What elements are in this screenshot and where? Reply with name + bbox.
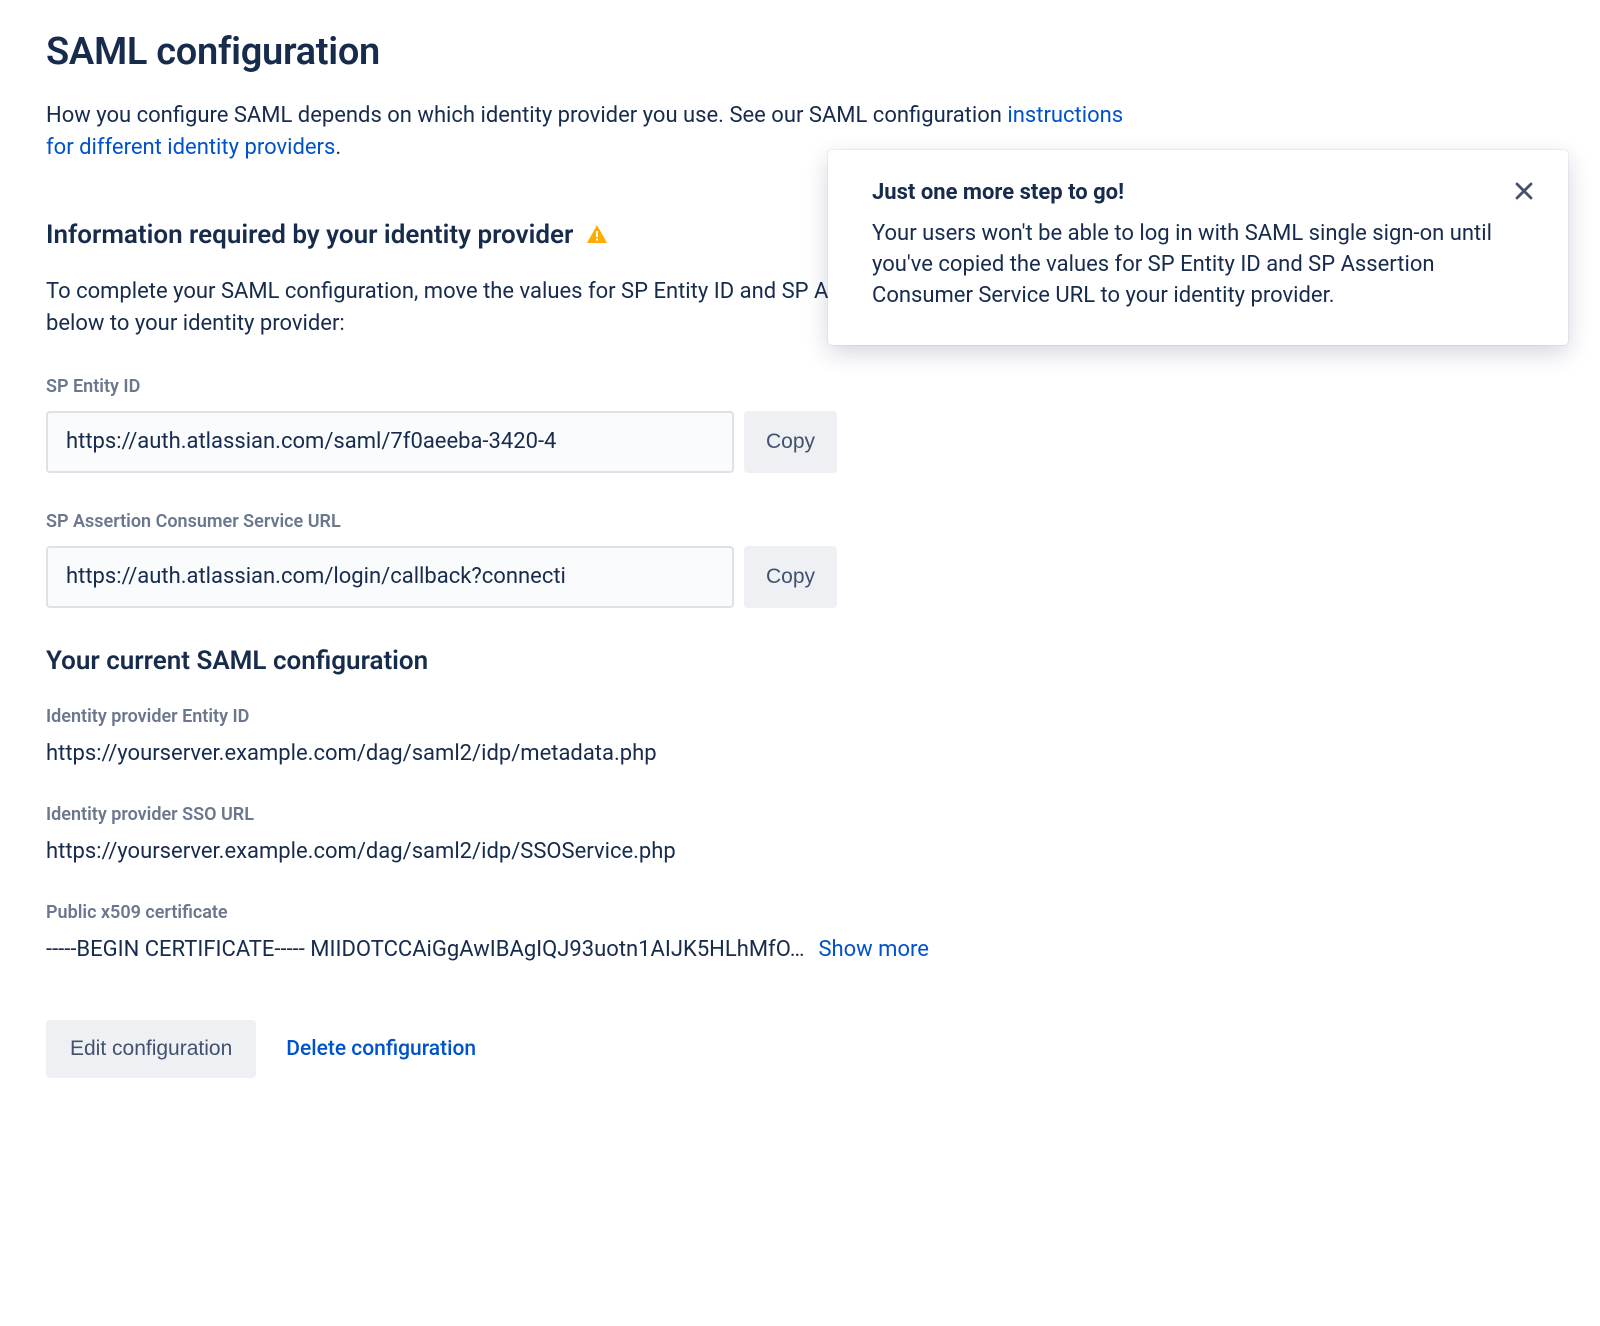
page-title: SAML configuration [46, 30, 1154, 74]
sp-acs-url-label: SP Assertion Consumer Service URL [46, 511, 1154, 532]
warning-icon [585, 223, 609, 247]
popover-close-button[interactable] [1506, 174, 1542, 210]
certificate-label: Public x509 certificate [46, 902, 1154, 923]
idp-sso-url-value: https://yourserver.example.com/dag/saml2… [46, 839, 1154, 864]
sp-entity-id-field: SP Entity ID https://auth.atlassian.com/… [46, 376, 1154, 473]
intro-post: . [335, 135, 341, 160]
sp-acs-url-input[interactable]: https://auth.atlassian.com/login/callbac… [46, 546, 734, 608]
edit-configuration-button[interactable]: Edit configuration [46, 1020, 256, 1078]
intro-pre: How you configure SAML depends on which … [46, 103, 1007, 128]
certificate-show-more-link[interactable]: Show more [818, 937, 928, 962]
idp-entity-id-value: https://yourserver.example.com/dag/saml2… [46, 741, 1154, 766]
current-config-title: Your current SAML configuration [46, 646, 1154, 676]
idp-entity-id-label: Identity provider Entity ID [46, 706, 1154, 727]
idp-sso-url-label: Identity provider SSO URL [46, 804, 1154, 825]
sp-entity-id-row: https://auth.atlassian.com/saml/7f0aeeba… [46, 411, 1154, 473]
sp-entity-id-input[interactable]: https://auth.atlassian.com/saml/7f0aeeba… [46, 411, 734, 473]
sp-acs-url-row: https://auth.atlassian.com/login/callbac… [46, 546, 1154, 608]
popover-body: Your users won't be able to log in with … [872, 219, 1532, 311]
onboarding-popover: Just one more step to go! Your users won… [828, 150, 1568, 345]
config-actions: Edit configuration Delete configuration [46, 1020, 1154, 1078]
delete-configuration-link[interactable]: Delete configuration [286, 1037, 476, 1061]
sp-acs-url-copy-button[interactable]: Copy [744, 546, 837, 608]
sp-entity-id-copy-button[interactable]: Copy [744, 411, 837, 473]
certificate-block: Public x509 certificate -----BEGIN CERTI… [46, 902, 1154, 962]
certificate-value: -----BEGIN CERTIFICATE----- MIIDOTCCAiGg… [46, 937, 804, 962]
info-section-title-text: Information required by your identity pr… [46, 220, 573, 250]
certificate-row: -----BEGIN CERTIFICATE----- MIIDOTCCAiGg… [46, 937, 1154, 962]
sp-entity-id-label: SP Entity ID [46, 376, 1154, 397]
sp-acs-url-field: SP Assertion Consumer Service URL https:… [46, 511, 1154, 608]
idp-sso-url-block: Identity provider SSO URL https://yourse… [46, 804, 1154, 864]
idp-entity-id-block: Identity provider Entity ID https://your… [46, 706, 1154, 766]
close-icon [1510, 177, 1538, 208]
popover-title: Just one more step to go! [872, 180, 1532, 205]
